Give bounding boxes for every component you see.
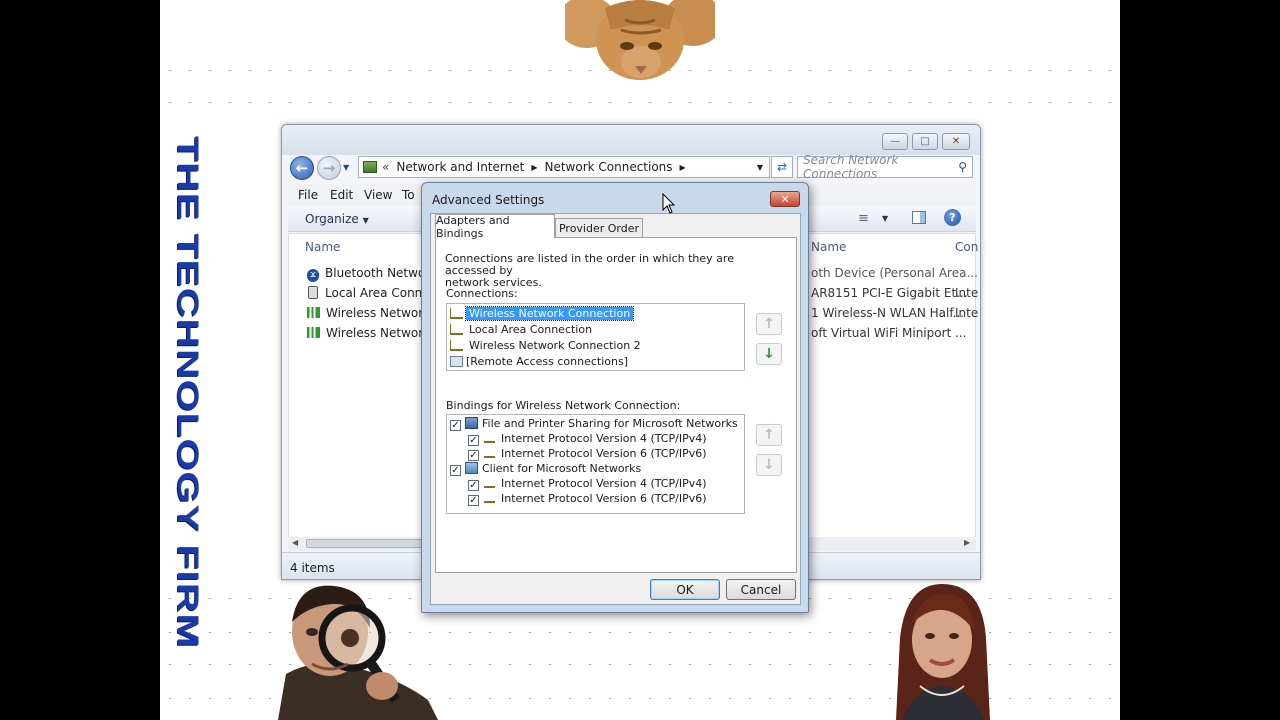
tree-item[interactable]: ✓ Client for Microsoft Networks [450,461,641,476]
protocol-icon [484,434,495,443]
forward-arrow-icon[interactable]: → [317,156,341,180]
minimize-button[interactable]: — [882,133,908,150]
column-header-device-name[interactable]: Name [811,240,846,254]
device-name-cell: 1 Wireless-N WLAN Half... [811,306,965,320]
list-item[interactable]: ϫ Bluetooth Network [307,266,437,282]
checkbox[interactable]: ✓ [468,435,479,446]
video-slide: THE TECHNOLOGY FIRM — □ ✕ ← → ▼ « Networ… [160,0,1120,720]
window-title-bar[interactable] [282,125,980,155]
address-bar[interactable]: « Network and Internet ▶ Network Connect… [358,156,770,178]
mouse-pointer-icon [662,193,676,214]
network-adapter-icon [450,324,463,335]
move-connection-up-button[interactable]: ↑ [756,313,782,335]
list-item[interactable]: Wireless Network Connection 2 [450,338,644,353]
network-cable-icon [308,286,318,299]
change-view-icon[interactable]: ≡ [858,211,869,226]
item-count: 4 items [290,561,335,575]
protocol-icon [484,494,495,503]
preview-pane-icon[interactable] [912,211,926,224]
address-dropdown-icon[interactable]: ▼ [757,163,763,172]
list-item[interactable]: Local Area Connection [450,322,595,337]
tree-item[interactable]: ✓ File and Printer Sharing for Microsoft … [450,416,738,431]
remote-access-icon [450,356,463,367]
move-binding-up-button[interactable]: ↑ [756,424,782,446]
list-item[interactable]: [Remote Access connections] [450,354,631,369]
scroll-left-icon[interactable]: ◀ [292,538,298,547]
checkbox[interactable]: ✓ [468,495,479,506]
tab-panel: Connections are listed in the order in w… [435,237,797,573]
column-header-name[interactable]: Name [305,240,340,254]
breadcrumb-overflow[interactable]: « [382,160,389,174]
advanced-settings-dialog: Advanced Settings ✕ Adapters and Binding… [421,182,809,613]
connections-description: Connections are listed in the order in w… [445,252,734,289]
tree-item[interactable]: ✓ Internet Protocol Version 6 (TCP/IPv6) [468,446,707,461]
back-arrow-icon[interactable]: ← [290,156,314,180]
brand-logo-text: THE TECHNOLOGY FIRM [170,135,204,649]
ok-button[interactable]: OK [650,579,720,600]
connections-listbox[interactable]: Wireless Network Connection Local Area C… [446,303,745,371]
tab-provider-order[interactable]: Provider Order [555,218,643,237]
bindings-tree[interactable]: ✓ File and Printer Sharing for Microsoft … [446,414,745,514]
client-network-icon [465,462,478,474]
protocol-icon [484,479,495,488]
breadcrumb-network-connections[interactable]: Network Connections [544,160,672,174]
breadcrumb-separator-icon[interactable]: ▶ [531,163,537,172]
network-adapter-icon [450,340,463,351]
cancel-button[interactable]: Cancel [726,579,796,600]
tree-item[interactable]: ✓ Internet Protocol Version 4 (TCP/IPv4) [468,431,707,446]
man-with-magnifier-photo [278,582,438,720]
checkbox[interactable]: ✓ [468,450,479,461]
list-item[interactable]: Wireless Network Connection [450,306,635,321]
checkbox[interactable]: ✓ [450,465,461,476]
move-binding-down-button[interactable]: ↓ [756,454,782,476]
menu-edit[interactable]: Edit [330,188,353,202]
search-icon[interactable]: ⚲ [958,160,967,174]
recent-pages-chevron-icon[interactable]: ▼ [343,163,349,172]
checkbox[interactable]: ✓ [450,420,461,431]
menu-view[interactable]: View [364,188,392,202]
menu-tools[interactable]: To [402,188,415,202]
move-connection-down-button[interactable]: ↓ [756,343,782,365]
protocol-icon [484,449,495,458]
connections-label: Connections: [446,287,518,300]
view-options-chevron-icon[interactable]: ▼ [882,214,888,223]
checkbox[interactable]: ✓ [468,480,479,491]
close-icon[interactable]: ✕ [770,191,800,207]
connectivity-cell: Inte [955,286,979,300]
network-folder-icon [363,161,377,173]
breadcrumb-separator-icon[interactable]: ▶ [680,163,686,172]
file-sharing-icon [465,417,478,429]
maximize-button[interactable]: □ [912,133,938,150]
column-header-connectivity[interactable]: Con [955,240,978,254]
organize-button[interactable]: Organize ▼ [305,212,369,226]
device-name-cell: AR8151 PCI-E Gigabit Et... [811,286,968,300]
wireless-signal-icon [307,307,320,318]
network-adapter-icon [450,308,463,319]
tab-adapters-and-bindings[interactable]: Adapters and Bindings [435,214,555,240]
bluetooth-icon: ϫ [307,269,319,282]
bindings-label: Bindings for Wireless Network Connection… [446,399,681,412]
window-close-button[interactable]: ✕ [942,133,970,150]
breadcrumb-network-and-internet[interactable]: Network and Internet [396,160,524,174]
device-name-cell: oth Device (Personal Area... [811,266,978,280]
help-icon[interactable]: ? [944,209,961,226]
scrollbar-thumb[interactable] [306,539,426,548]
dotted-gridline [160,102,1120,103]
refresh-icon[interactable]: ⇄ [771,156,793,178]
wireless-signal-icon [307,327,320,338]
scroll-right-icon[interactable]: ▶ [964,538,970,547]
dialog-title: Advanced Settings [432,193,545,207]
connectivity-cell: Inte [955,306,979,320]
device-name-cell: oft Virtual WiFi Miniport ... [811,326,967,340]
woman-photo [886,578,996,720]
tree-item[interactable]: ✓ Internet Protocol Version 4 (TCP/IPv4) [468,476,707,491]
search-input[interactable]: Search Network Connections ⚲ [797,153,973,181]
menu-file[interactable]: File [298,188,318,202]
dialog-body: Adapters and Bindings Provider Order Con… [430,213,801,605]
cat-photo [565,0,715,88]
tree-item[interactable]: ✓ Internet Protocol Version 6 (TCP/IPv6) [468,491,707,506]
